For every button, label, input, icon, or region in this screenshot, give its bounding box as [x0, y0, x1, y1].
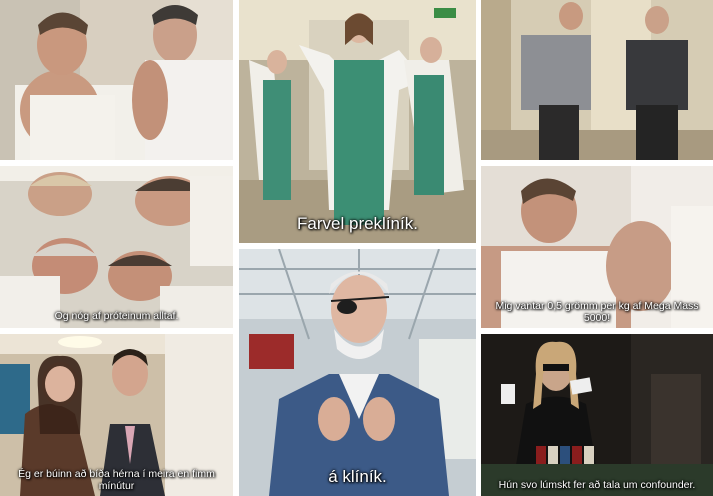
scene-eyepatch-man	[239, 249, 476, 496]
panel-eyepatch-man: á klíník.	[239, 249, 476, 496]
panel-men-tank-tops	[0, 0, 233, 160]
scene-men-looking-down	[0, 166, 233, 328]
panel-dancing-doctors: Farvel preklíník.	[239, 0, 476, 243]
scene-men-walking	[481, 0, 713, 160]
panel-caption: á klíník.	[328, 467, 387, 487]
panel-caption: Farvel preklíník.	[297, 214, 418, 234]
scene-dancing-doctors	[239, 0, 476, 243]
panel-caption: Ég er búinn að bíða hérna í meira en fim…	[18, 467, 215, 492]
panel-caption: Og nóg af próteinum alltaf.	[54, 309, 179, 322]
panel-man-closeup: Mig vantar 0,5 grömm per kg af Mega Mass…	[481, 166, 713, 328]
panel-men-walking	[481, 0, 713, 160]
panel-caption: Mig vantar 0,5 grömm per kg af Mega Mass…	[495, 299, 699, 324]
scene-poker-woman	[481, 334, 713, 496]
panel-caption: Hún svo lúmskt fer að tala um confounder…	[498, 478, 696, 491]
scene-men-tank-tops	[0, 0, 233, 160]
panel-waiting-room: Ég er búinn að bíða hérna í meira en fim…	[0, 334, 233, 496]
panel-poker-woman: Hún svo lúmskt fer að tala um confounder…	[481, 334, 713, 496]
panel-men-looking-down: Og nóg af próteinum alltaf.	[0, 166, 233, 328]
